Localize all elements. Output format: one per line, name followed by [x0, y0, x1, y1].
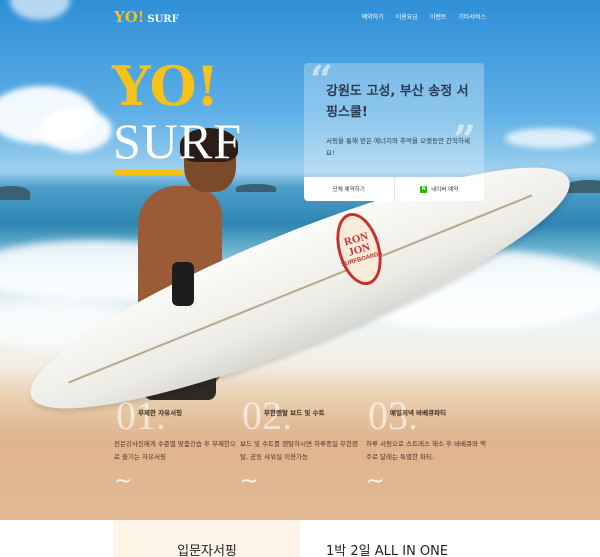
- hero-title-surf: SURF: [113, 113, 243, 169]
- feature-title: 무한렌탈 보드 및 수트: [264, 409, 325, 417]
- leash-cuff: [172, 262, 194, 306]
- feature-title: 무제한 자유서핑: [138, 409, 183, 417]
- top-navigation: YO! SURF 예약하기 이용요금 이벤트 기타서비스: [0, 0, 600, 32]
- nav-item-event[interactable]: 이벤트: [430, 12, 447, 21]
- naver-icon: N: [420, 185, 428, 193]
- promo-actions: 단체 예약하기 N 네이버 예약: [304, 177, 484, 201]
- naver-reservation-label: 네이버 예약: [431, 187, 459, 193]
- hero-title-underline: [115, 170, 183, 175]
- group-reservation-label: 단체 예약하기: [332, 187, 365, 193]
- nav-menu: 예약하기 이용요금 이벤트 기타서비스: [362, 12, 486, 21]
- wave-icon: ~: [366, 469, 385, 494]
- feature-title: 매일저녁 바베큐파티: [390, 409, 447, 417]
- promo-card: “ ” 강원도 고성, 부산 송정 서핑스쿨! 서핑을 통해 얻은 에너지와 추…: [304, 63, 484, 201]
- feature-item: 03. 매일저녁 바베큐파티 하루 서핑으로 스트레스 해소 후 바베큐와 맥주…: [366, 396, 490, 506]
- wave-icon: ~: [114, 469, 133, 494]
- hero-section: RON JON SURFBOARDS YO! SURF 예약하기 이용요금 이벤…: [0, 0, 600, 520]
- tab-beginner-surfing[interactable]: 입문자서핑: [114, 520, 300, 557]
- wave-icon: ~: [240, 469, 259, 494]
- site-logo[interactable]: YO! SURF: [114, 8, 179, 26]
- feature-description: 하루 서핑으로 스트레스 해소 후 바베큐와 맥주로 달래는 특별한 파티.: [366, 440, 487, 461]
- tab-all-in-one[interactable]: 1박 2일 ALL IN ONE: [300, 520, 486, 557]
- naver-reservation-button[interactable]: N 네이버 예약: [393, 177, 485, 201]
- island: [0, 186, 30, 200]
- promo-description: 서핑을 통해 얻은 에너지와 추억을 오랫동안 간직하세요!: [326, 137, 470, 157]
- nav-item-reservation[interactable]: 예약하기: [362, 12, 384, 21]
- feature-item: 02. 무한렌탈 보드 및 수트 보드 및 수트를 렌탈하시면 하루종일 무한렌…: [240, 396, 364, 506]
- tab-all-in-one-label: 1박 2일 ALL IN ONE: [326, 544, 449, 557]
- logo-surf: SURF: [147, 14, 179, 25]
- island: [236, 184, 276, 192]
- promo-title: 강원도 고성, 부산 송정 서핑스쿨!: [326, 84, 469, 120]
- feature-description: 보드 및 수트를 렌탈하시면 하루종일 무한렌탈, 공동 샤워실 이용가능: [240, 440, 358, 461]
- logo-yo: YO!: [114, 8, 145, 26]
- cloud: [40, 108, 112, 152]
- nav-item-pricing[interactable]: 이용요금: [396, 12, 418, 21]
- feature-description: 전문강사진에게 수준별 맞춤강습 후 무제한으로 즐기는 자유서핑: [114, 440, 236, 461]
- group-reservation-button[interactable]: 단체 예약하기: [304, 177, 394, 201]
- hero-title-yo: YO!: [112, 54, 219, 118]
- nav-item-other-services[interactable]: 기타서비스: [458, 12, 486, 21]
- cloud: [505, 128, 595, 148]
- feature-item: 01. 무제한 자유서핑 전문강사진에게 수준별 맞춤강습 후 무제한으로 즐기…: [114, 396, 238, 506]
- tab-beginner-surfing-label: 입문자서핑: [177, 544, 237, 557]
- island: [566, 180, 600, 193]
